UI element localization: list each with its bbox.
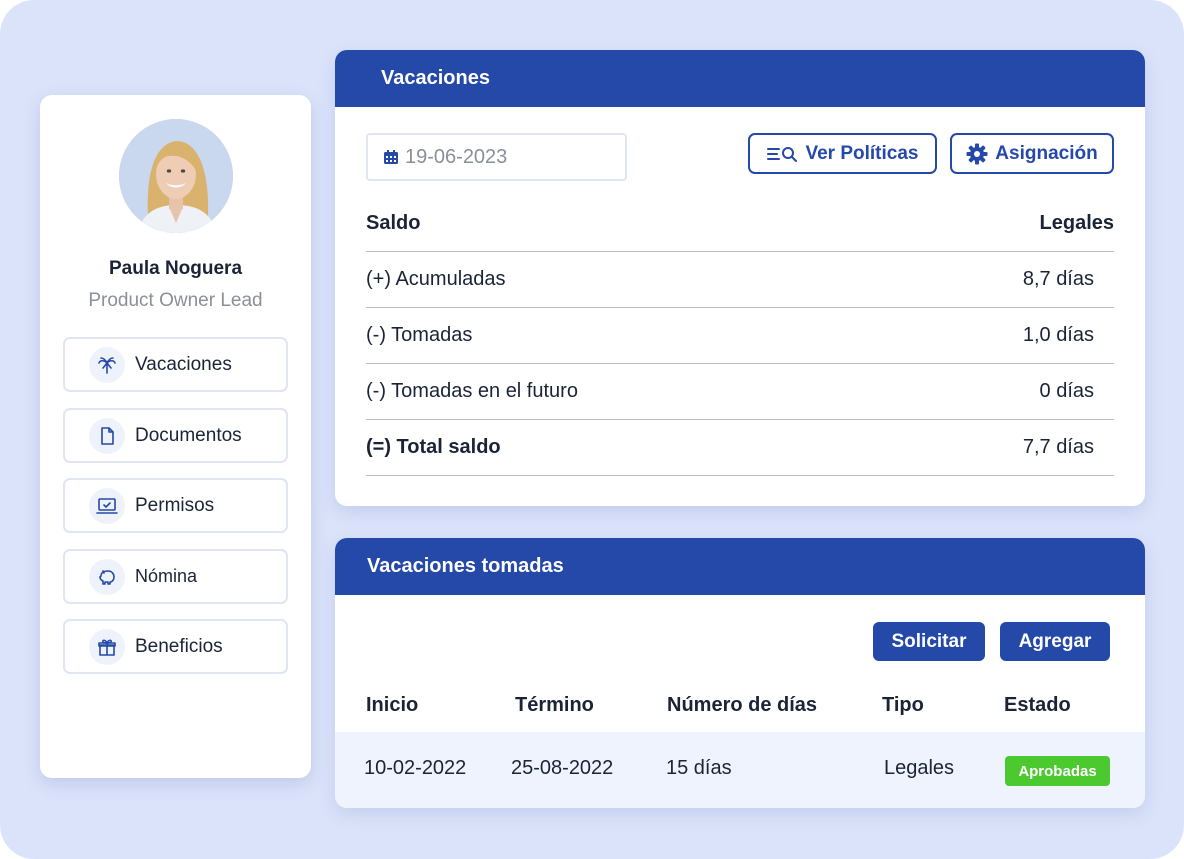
- sidebar-item-nomina[interactable]: Nómina: [63, 549, 288, 604]
- sidebar-item-label: Beneficios: [135, 635, 223, 657]
- asignacion-label: Asignación: [995, 142, 1098, 164]
- column-header-inicio: Inicio: [366, 694, 419, 716]
- ver-politicas-button[interactable]: Ver Políticas: [748, 133, 937, 174]
- sidebar-item-beneficios[interactable]: Beneficios: [63, 619, 288, 674]
- saldo-header-column: Legales: [1039, 212, 1114, 234]
- laptop-check-icon: [89, 487, 125, 524]
- saldo-row: (-) Tomadas en el futuro 0 días: [366, 364, 1114, 420]
- saldo-total-amount: 7,7 días: [1022, 436, 1094, 458]
- agregar-button[interactable]: Agregar: [1000, 622, 1110, 661]
- sidebar-item-label: Permisos: [135, 494, 215, 516]
- saldo-row-label: (-) Tomadas en el futuro: [366, 380, 578, 402]
- profile-role: Product Owner Lead: [88, 290, 263, 311]
- saldo-row-label: (-) Tomadas: [366, 324, 473, 346]
- sidebar-item-label: Documentos: [135, 424, 242, 446]
- saldo-row-label: (+) Acumuladas: [366, 268, 506, 290]
- document-icon: [89, 417, 125, 454]
- column-header-termino: Término: [515, 694, 594, 716]
- avatar: [119, 119, 233, 233]
- cell-tipo: Legales: [884, 757, 955, 779]
- vacaciones-panel: Vacaciones 19-06-2023 Ver Políticas Asig…: [335, 50, 1145, 506]
- palm-tree-icon: [89, 346, 125, 383]
- saldo-row-amount: 1,0 días: [1022, 324, 1094, 346]
- saldo-total-label: (=) Total saldo: [366, 436, 501, 458]
- saldo-row: (-) Tomadas 1,0 días: [366, 308, 1114, 364]
- column-header-estado: Estado: [1004, 694, 1071, 716]
- gift-icon: [89, 628, 125, 665]
- saldo-row-amount: 8,7 días: [1022, 268, 1094, 290]
- column-header-tipo: Tipo: [882, 694, 924, 716]
- saldo-row-amount: 0 días: [1039, 380, 1094, 402]
- sidebar-item-vacaciones[interactable]: Vacaciones: [63, 337, 288, 392]
- table-row: 10-02-2022 25-08-2022 15 días Legales Ap…: [335, 732, 1145, 808]
- sidebar-item-label: Vacaciones: [135, 353, 232, 375]
- cell-termino: 25-08-2022: [511, 757, 614, 779]
- sidebar-item-documentos[interactable]: Documentos: [63, 408, 288, 463]
- saldo-header-label: Saldo: [366, 212, 421, 234]
- sidebar-item-permisos[interactable]: Permisos: [63, 478, 288, 533]
- cell-numero-dias: 15 días: [666, 757, 732, 779]
- list-search-icon: [767, 146, 798, 162]
- cell-inicio: 10-02-2022: [364, 757, 467, 779]
- asignacion-button[interactable]: Asignación: [950, 133, 1114, 174]
- sidebar-item-label: Nómina: [135, 566, 198, 586]
- profile-card: Paula Noguera Product Owner Lead Vacacio…: [40, 95, 311, 778]
- calendar-icon: [384, 150, 398, 164]
- panel-title: Vacaciones: [335, 50, 1145, 107]
- solicitar-button[interactable]: Solicitar: [873, 622, 985, 661]
- profile-name: Paula Noguera: [108, 258, 243, 279]
- vacaciones-tomadas-panel: Vacaciones tomadas Solicitar Agregar Ini…: [335, 538, 1145, 808]
- date-value: 19-06-2023: [405, 145, 508, 168]
- saldo-row: (+) Acumuladas 8,7 días: [366, 252, 1114, 308]
- ver-politicas-label: Ver Políticas: [805, 142, 919, 164]
- column-header-numero-dias: Número de días: [667, 694, 818, 716]
- date-field[interactable]: 19-06-2023: [366, 133, 627, 181]
- gear-icon: [966, 143, 988, 164]
- saldo-total-row: (=) Total saldo 7,7 días: [366, 420, 1114, 476]
- saldo-header-row: Saldo Legales: [366, 196, 1114, 252]
- status-badge: Aprobadas: [1005, 756, 1110, 786]
- panel-title: Vacaciones tomadas: [335, 538, 1145, 595]
- piggy-bank-icon: [89, 558, 125, 595]
